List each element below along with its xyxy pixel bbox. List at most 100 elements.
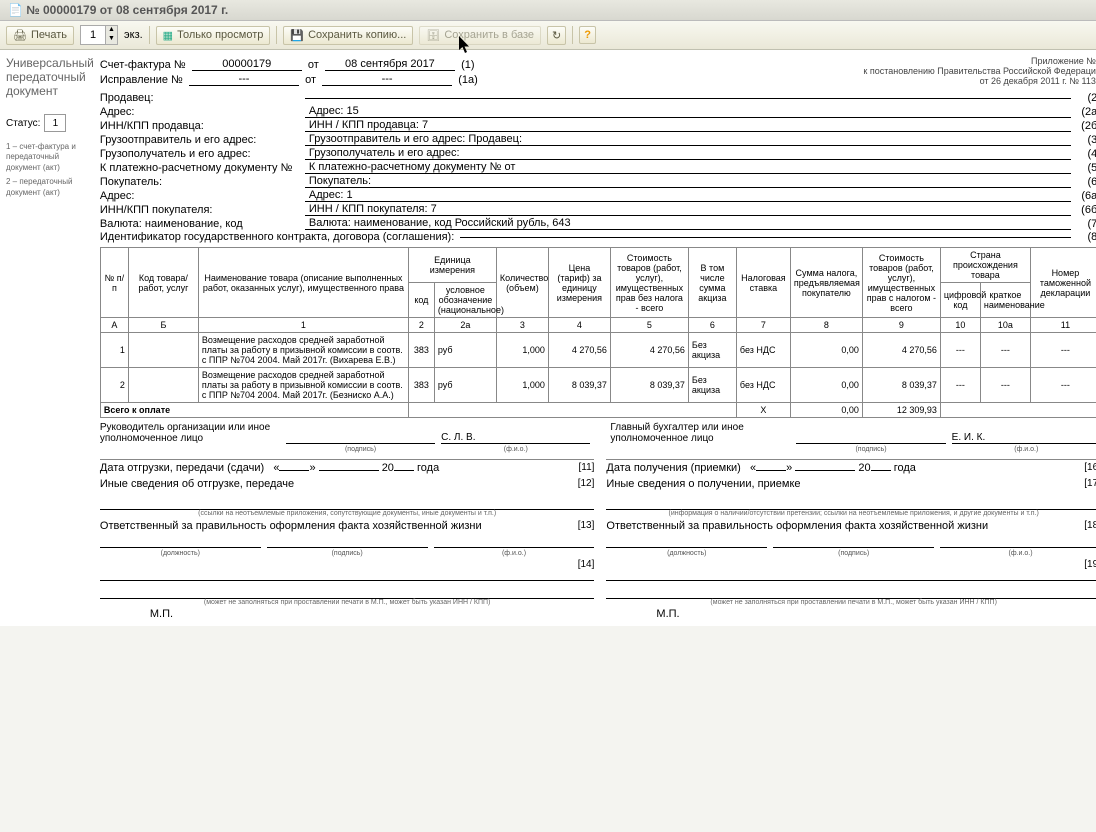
sig-head-label: Руководитель организации или иное уполно… — [100, 422, 280, 444]
sig-acc-name: Е. И. К. — [952, 432, 1096, 444]
col-num: 5 — [610, 318, 688, 333]
mp-label2: М.П. — [656, 608, 1096, 620]
correction-date: --- — [322, 73, 452, 86]
field-row: Грузополучатель и его адрес:Грузополучат… — [100, 147, 1096, 160]
ship-hint: (ссылки на неотъемлемые приложения, сопу… — [100, 510, 595, 517]
quote-open2: « — [750, 462, 756, 474]
printer-icon: 🖨 — [13, 29, 27, 42]
th-unit: Единица измерения — [408, 248, 496, 283]
field-num: (5) — [1071, 162, 1096, 174]
status-value-box[interactable]: 1 — [44, 114, 66, 132]
th-country-name: краткое наименование — [980, 283, 1030, 318]
field-value: ИНН / КПП продавца: 7 — [305, 119, 1071, 132]
copies-input[interactable] — [81, 26, 105, 44]
col-num: 2а — [434, 318, 496, 333]
appendix-note: Приложение №1 к постановлению Правительс… — [863, 56, 1096, 86]
ref-19: [19] — [1084, 559, 1096, 570]
th-unit-code: код — [408, 283, 434, 318]
copies-spinner[interactable]: ▲▼ — [80, 25, 118, 45]
field-label: Адрес: — [100, 106, 305, 118]
recv-info-label: Иные сведения о получении, приемке — [606, 478, 800, 490]
col-num: 11 — [1030, 318, 1096, 333]
ot-label2: от — [305, 74, 316, 86]
status-label: Статус: — [6, 118, 40, 129]
correction-no: --- — [189, 73, 299, 86]
field-label: Грузоотправитель и его адрес: — [100, 134, 305, 146]
print-label: Печать — [31, 29, 67, 41]
recv-date-label: Дата получения (приемки) — [606, 462, 740, 474]
doc-type-line3: документ — [6, 84, 94, 98]
doc-type-line2: передаточный — [6, 70, 94, 84]
podpis3: (подпись) — [267, 550, 428, 557]
ref-11: [11] — [578, 462, 594, 473]
total-sum: 12 309,93 — [862, 403, 940, 418]
col-num: 7 — [736, 318, 790, 333]
field-value: Грузополучатель и его адрес: — [305, 147, 1071, 160]
save-db-button[interactable]: 🗄 Сохранить в базе — [419, 26, 541, 45]
field-value — [305, 98, 1071, 99]
quote-open: « — [273, 462, 279, 474]
ship-date-label: Дата отгрузки, передачи (сдачи) — [100, 462, 264, 474]
col-num: 6 — [688, 318, 736, 333]
sig-acc-label: Главный бухгалтер или иное уполномоченно… — [610, 422, 790, 444]
correction-suffix: (1а) — [458, 74, 478, 86]
spin-up[interactable]: ▲ — [105, 26, 117, 35]
save-icon: 💾 — [290, 29, 304, 42]
mp-hint: (может не заполняться при проставлении п… — [100, 599, 595, 606]
col-num: 3 — [496, 318, 548, 333]
invoice-number: 00000179 — [192, 58, 302, 71]
ref-12: [12] — [578, 478, 595, 489]
field-num: (8) — [1071, 231, 1096, 243]
refresh-button[interactable]: ↻ — [547, 26, 566, 45]
field-value: К платежно-расчетному документу № от — [305, 161, 1071, 174]
field-row: К платежно-расчетному документу №К плате… — [100, 161, 1096, 174]
col-num: 10а — [980, 318, 1030, 333]
copies-suffix: экз. — [124, 29, 143, 41]
help-icon: ? — [584, 29, 591, 41]
col-num: 9 — [862, 318, 940, 333]
field-row: ИНН/КПП покупателя:ИНН / КПП покупателя:… — [100, 203, 1096, 216]
legend-1: 1 – счет-фактура и передаточный документ… — [6, 142, 94, 173]
db-icon: 🗄 — [426, 29, 440, 42]
ref-18: [18] — [1084, 520, 1096, 531]
field-num: (7) — [1071, 218, 1096, 230]
field-value: Адрес: 1 — [305, 189, 1071, 202]
save-copy-button[interactable]: 💾 Сохранить копию... — [283, 26, 413, 45]
field-value — [460, 237, 1071, 238]
quote-close: » — [309, 462, 315, 474]
th-unit-name: условное обозначение (национальное) — [434, 283, 496, 318]
spin-down[interactable]: ▼ — [105, 35, 117, 44]
fio3: (ф.и.о.) — [434, 550, 595, 557]
ref-13: [13] — [578, 520, 595, 531]
sig-podpis: (подпись) — [286, 446, 435, 453]
toolbar: 🖨 Печать ▲▼ экз. ▦ Только просмотр 💾 Сох… — [0, 21, 1096, 50]
col-num: 2 — [408, 318, 434, 333]
help-button[interactable]: ? — [579, 26, 596, 44]
th-code: Код товара/ работ, услуг — [128, 248, 198, 318]
field-value: Грузоотправитель и его адрес: Продавец: — [305, 133, 1071, 146]
dolzh: (должность) — [100, 550, 261, 557]
field-label: Покупатель: — [100, 176, 305, 188]
window-title: № 00000179 от 08 сентября 2017 г. — [26, 3, 228, 17]
doc-type-line1: Универсальный — [6, 56, 94, 70]
th-tax: Сумма налога, предъявляемая покупателю — [790, 248, 862, 318]
field-label: К платежно-расчетному документу № — [100, 162, 305, 174]
field-label: Идентификатор государственного контракта… — [100, 231, 454, 243]
receipt-column: Дата получения (приемки) «» 20 года [16]… — [606, 459, 1096, 620]
view-only-button[interactable]: ▦ Только просмотр — [156, 26, 271, 45]
print-button[interactable]: 🖨 Печать — [6, 26, 74, 45]
total-label: Всего к оплате — [100, 403, 408, 418]
document-body: Приложение №1 к постановлению Правительс… — [100, 56, 1096, 620]
total-x: Х — [736, 403, 790, 418]
field-num: (2а) — [1071, 106, 1096, 118]
table-icon: ▦ — [163, 29, 173, 42]
field-row: Грузоотправитель и его адрес:Грузоотправ… — [100, 133, 1096, 146]
field-row: Валюта: наименование, кодВалюта: наимено… — [100, 217, 1096, 230]
recv-hint: (информация о наличии/отсутствии претенз… — [606, 510, 1096, 517]
th-npp: № п/п — [100, 248, 128, 318]
legend-2: 2 – передаточный документ (акт) — [6, 177, 94, 198]
quote-close2: » — [786, 462, 792, 474]
sig-fio2: (ф.и.о.) — [952, 446, 1096, 453]
table-row: 1Возмещение расходов средней заработной … — [100, 333, 1096, 368]
field-num: (2) — [1071, 92, 1096, 104]
